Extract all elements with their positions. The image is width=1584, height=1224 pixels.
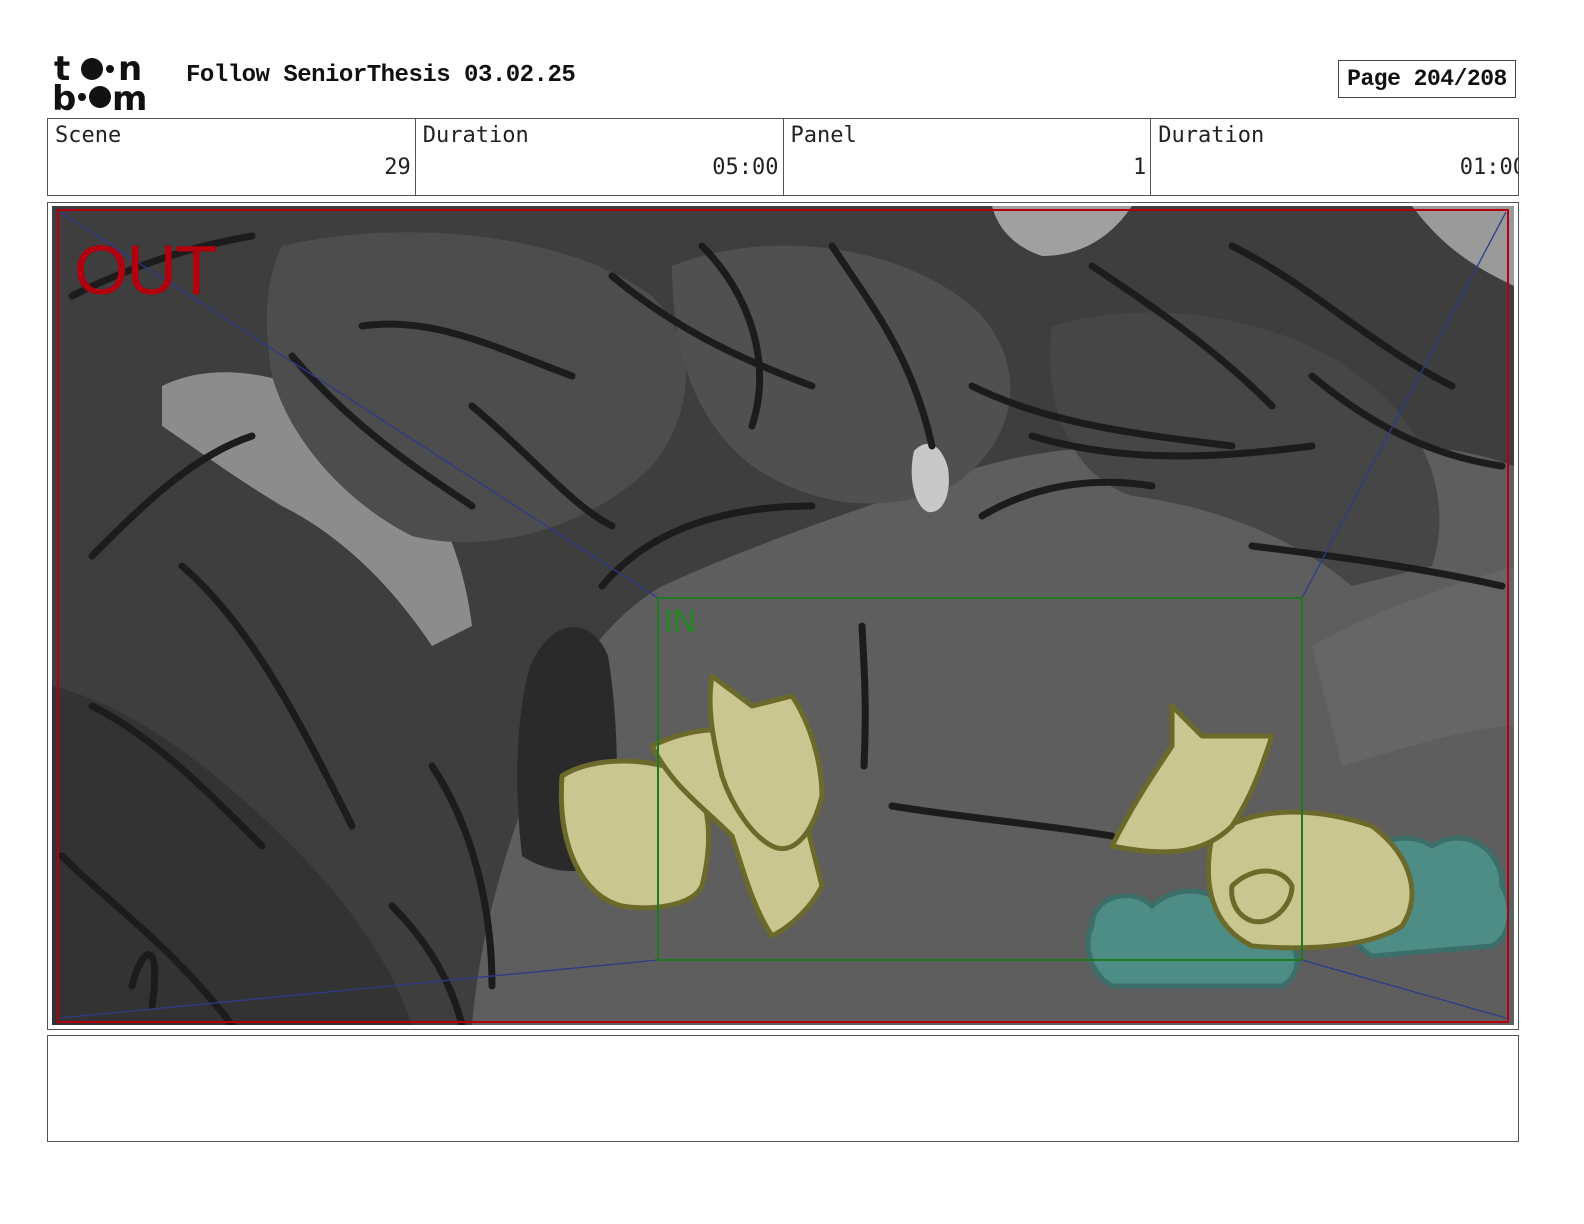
- panel-notes-box[interactable]: [47, 1035, 1519, 1142]
- scene-value: 29: [384, 155, 411, 180]
- panel-duration-label: Duration: [1158, 123, 1265, 148]
- panel-info-row: Scene 29 Duration 05:00 Panel 1 Duration…: [47, 118, 1519, 196]
- panel-value: 1: [1133, 155, 1147, 180]
- page-indicator: Page 204/208: [1338, 60, 1516, 98]
- scene-duration-value: 05:00: [712, 155, 779, 180]
- scene-cell: Scene 29: [48, 119, 416, 195]
- panel-cell: Panel 1: [784, 119, 1152, 195]
- svg-text:b: b: [52, 79, 76, 112]
- svg-text:m: m: [112, 79, 147, 112]
- panel-label: Panel: [790, 123, 857, 148]
- storyboard-sketch: [52, 206, 1514, 1025]
- panel-duration-value: 01:00: [1459, 155, 1518, 180]
- scene-duration-label: Duration: [422, 123, 529, 148]
- scene-label: Scene: [55, 123, 122, 148]
- camera-out-label: OUT: [74, 231, 218, 309]
- scene-duration-cell: Duration 05:00: [416, 119, 784, 195]
- panel-duration-cell: Duration 01:00: [1151, 119, 1518, 195]
- camera-in-label: IN: [664, 603, 696, 639]
- document-title: Follow SeniorThesis 03.02.25: [186, 62, 576, 89]
- toonboom-logo: t n b m: [52, 50, 147, 112]
